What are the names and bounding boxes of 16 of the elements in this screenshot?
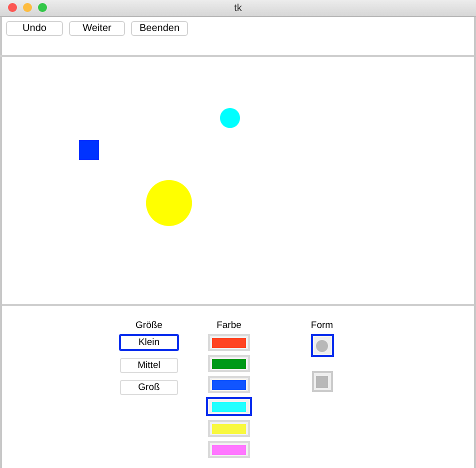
toolbar-button[interactable]: Weiter bbox=[69, 21, 125, 36]
minimize-icon[interactable] bbox=[23, 3, 32, 12]
size-button[interactable]: Groß bbox=[120, 380, 178, 395]
size-button[interactable]: Mittel bbox=[120, 358, 178, 373]
zoom-icon[interactable] bbox=[38, 3, 47, 12]
size-label: Größe bbox=[136, 320, 162, 332]
toolbar-button[interactable]: Beenden bbox=[131, 21, 188, 36]
toolbar-button[interactable]: Undo bbox=[6, 21, 63, 36]
window-title: tk bbox=[234, 2, 242, 14]
color-label: Farbe bbox=[216, 320, 242, 332]
size-button[interactable]: Klein bbox=[119, 334, 179, 351]
form-label: Form bbox=[310, 320, 334, 332]
circle-shape-button[interactable] bbox=[310, 334, 334, 357]
color-swatch-button[interactable] bbox=[206, 397, 252, 416]
square-shape-button[interactable] bbox=[312, 371, 332, 392]
close-icon[interactable] bbox=[8, 3, 17, 12]
